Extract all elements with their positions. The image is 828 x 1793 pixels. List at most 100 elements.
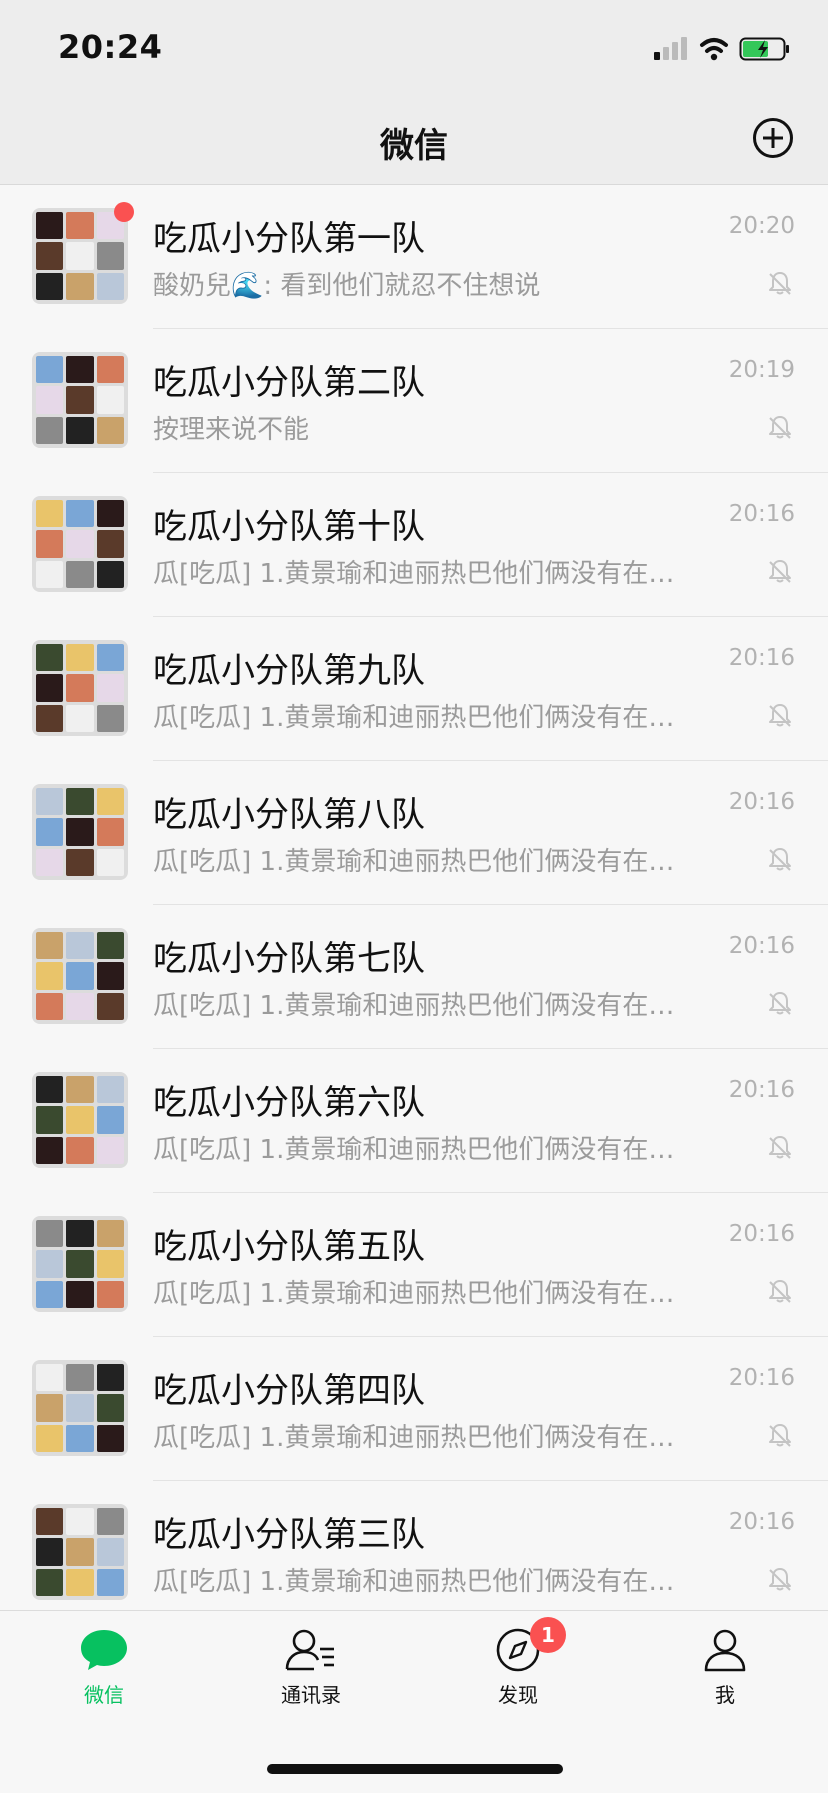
avatar-tile bbox=[96, 1106, 124, 1134]
chat-row[interactable]: 吃瓜小分队第三队 瓜[吃瓜] 1.黄景瑜和迪丽热巴他们俩没有在… 20:16 bbox=[0, 1481, 828, 1610]
avatar-tile bbox=[36, 272, 64, 300]
avatar-tile bbox=[36, 1538, 64, 1566]
chat-preview: 按理来说不能 bbox=[153, 415, 310, 445]
chat-row[interactable]: 吃瓜小分队第四队 瓜[吃瓜] 1.黄景瑜和迪丽热巴他们俩没有在… 20:16 bbox=[0, 1337, 828, 1481]
chat-preview: 瓜[吃瓜] 1.黄景瑜和迪丽热巴他们俩没有在… bbox=[153, 1135, 675, 1165]
chat-row[interactable]: 吃瓜小分队第五队 瓜[吃瓜] 1.黄景瑜和迪丽热巴他们俩没有在… 20:16 bbox=[0, 1193, 828, 1337]
group-avatar bbox=[32, 352, 128, 448]
avatar-tile bbox=[36, 530, 64, 558]
avatar-tile bbox=[36, 818, 64, 846]
chat-row[interactable]: 吃瓜小分队第九队瓜[吃瓜] 1.黄景瑜和迪丽热巴他们俩没有在… 20:16 bbox=[0, 617, 828, 761]
status-time: 20:24 bbox=[58, 28, 163, 66]
avatar-tile bbox=[96, 1538, 124, 1566]
avatar-tile bbox=[36, 704, 64, 732]
avatar-tile bbox=[96, 962, 124, 990]
avatar-tile bbox=[66, 1136, 94, 1164]
avatar-tile bbox=[36, 644, 64, 672]
avatar-tile bbox=[66, 674, 94, 702]
chat-name: 吃瓜小分队第二队 bbox=[153, 363, 425, 403]
person-icon bbox=[704, 1629, 746, 1672]
avatar-tile bbox=[96, 848, 124, 876]
mute-bell-icon bbox=[769, 992, 791, 1015]
mute-bell-icon bbox=[769, 1280, 791, 1303]
avatar-tile bbox=[36, 1076, 64, 1104]
avatar-tile bbox=[66, 386, 94, 414]
avatar-tile bbox=[66, 1508, 94, 1536]
avatar-tile bbox=[96, 242, 124, 270]
avatar-tile bbox=[36, 386, 64, 414]
plus-circle-icon[interactable] bbox=[752, 117, 794, 159]
chat-time: 20:16 bbox=[728, 501, 795, 527]
avatar-tile bbox=[36, 848, 64, 876]
battery-charging-icon bbox=[739, 37, 789, 61]
group-avatar bbox=[32, 208, 128, 304]
chat-row[interactable]: 吃瓜小分队第七队 瓜[吃瓜] 1.黄景瑜和迪丽热巴他们俩没有在… 20:16 bbox=[0, 905, 828, 1049]
signal-icon bbox=[654, 37, 687, 60]
avatar-tile bbox=[66, 818, 94, 846]
chat-row[interactable]: 吃瓜小分队第六队 瓜[吃瓜] 1.黄景瑜和迪丽热巴他们俩没有在… 20:16 bbox=[0, 1049, 828, 1193]
chat-preview: 瓜[吃瓜] 1.黄景瑜和迪丽热巴他们俩没有在… bbox=[153, 991, 675, 1021]
avatar-tile bbox=[66, 1424, 94, 1452]
chat-name: 吃瓜小分队第九队 bbox=[153, 651, 425, 691]
nav-bar: 微信 bbox=[0, 100, 828, 185]
chat-time: 20:19 bbox=[728, 357, 795, 383]
avatar-tile bbox=[96, 560, 124, 588]
avatar-tile bbox=[96, 416, 124, 444]
avatar-tile bbox=[96, 500, 124, 528]
avatar-tile bbox=[96, 1424, 124, 1452]
avatar-tile bbox=[66, 932, 94, 960]
chat-time: 20:16 bbox=[728, 933, 795, 959]
chat-bubble-icon bbox=[81, 1630, 127, 1670]
avatar-tile bbox=[66, 1364, 94, 1392]
tab-label: 通讯录 bbox=[281, 1683, 341, 1707]
avatar-tile bbox=[36, 992, 64, 1020]
avatar-tile bbox=[36, 1364, 64, 1392]
tab-chats[interactable]: 微信 bbox=[34, 1627, 174, 1727]
chat-name: 吃瓜小分队第八队 bbox=[153, 795, 425, 835]
avatar-tile bbox=[66, 1568, 94, 1596]
group-avatar bbox=[32, 1072, 128, 1168]
avatar-tile bbox=[66, 1394, 94, 1422]
avatar-tile bbox=[36, 932, 64, 960]
mute-bell-icon bbox=[769, 1568, 791, 1591]
chat-name: 吃瓜小分队第一队 bbox=[153, 219, 425, 259]
group-avatar bbox=[32, 928, 128, 1024]
avatar-tile bbox=[96, 674, 124, 702]
avatar-tile bbox=[96, 1076, 124, 1104]
avatar-tile bbox=[36, 1106, 64, 1134]
chat-time: 20:16 bbox=[728, 645, 795, 671]
avatar-tile bbox=[36, 962, 64, 990]
avatar-tile bbox=[66, 1250, 94, 1278]
avatar-tile bbox=[36, 1424, 64, 1452]
mute-bell-icon bbox=[769, 704, 791, 727]
avatar-tile bbox=[36, 1394, 64, 1422]
chat-row[interactable]: 吃瓜小分队第一队 酸奶兒🌊: 看到他们就忍不住想说 20:20 bbox=[0, 185, 828, 329]
chat-row[interactable]: 吃瓜小分队第八队 瓜[吃瓜] 1.黄景瑜和迪丽热巴他们俩没有在… 20:16 bbox=[0, 761, 828, 905]
avatar-tile bbox=[66, 530, 94, 558]
chat-preview: 瓜[吃瓜] 1.黄景瑜和迪丽热巴他们俩没有在… bbox=[153, 703, 675, 733]
status-icons bbox=[654, 34, 794, 66]
avatar-tile bbox=[96, 1250, 124, 1278]
avatar-tile bbox=[66, 212, 94, 240]
avatar-tile bbox=[96, 704, 124, 732]
group-avatar bbox=[32, 640, 128, 736]
mute-bell-icon bbox=[769, 272, 791, 295]
group-avatar bbox=[32, 784, 128, 880]
chat-preview: 瓜[吃瓜] 1.黄景瑜和迪丽热巴他们俩没有在… bbox=[153, 1279, 675, 1309]
avatar-tile bbox=[66, 1106, 94, 1134]
tab-me[interactable]: 我 bbox=[655, 1627, 795, 1727]
avatar-tile bbox=[66, 242, 94, 270]
wifi-icon bbox=[700, 38, 728, 61]
chat-row[interactable]: 吃瓜小分队第二队按理来说不能 20:19 bbox=[0, 329, 828, 473]
avatar-tile bbox=[96, 272, 124, 300]
chat-row[interactable]: 吃瓜小分队第十队 瓜[吃瓜] 1.黄景瑜和迪丽热巴他们俩没有在… 20:16 bbox=[0, 473, 828, 617]
avatar-tile bbox=[66, 1076, 94, 1104]
avatar-tile bbox=[36, 416, 64, 444]
chat-name: 吃瓜小分队第四队 bbox=[153, 1371, 425, 1411]
avatar-tile bbox=[96, 1280, 124, 1308]
tab-discover[interactable]: 发现 1 bbox=[448, 1617, 588, 1727]
tab-contacts[interactable]: 通讯录 bbox=[241, 1627, 381, 1727]
avatar-tile bbox=[36, 674, 64, 702]
chat-preview: 瓜[吃瓜] 1.黄景瑜和迪丽热巴他们俩没有在… bbox=[153, 847, 675, 877]
avatar-tile bbox=[36, 500, 64, 528]
